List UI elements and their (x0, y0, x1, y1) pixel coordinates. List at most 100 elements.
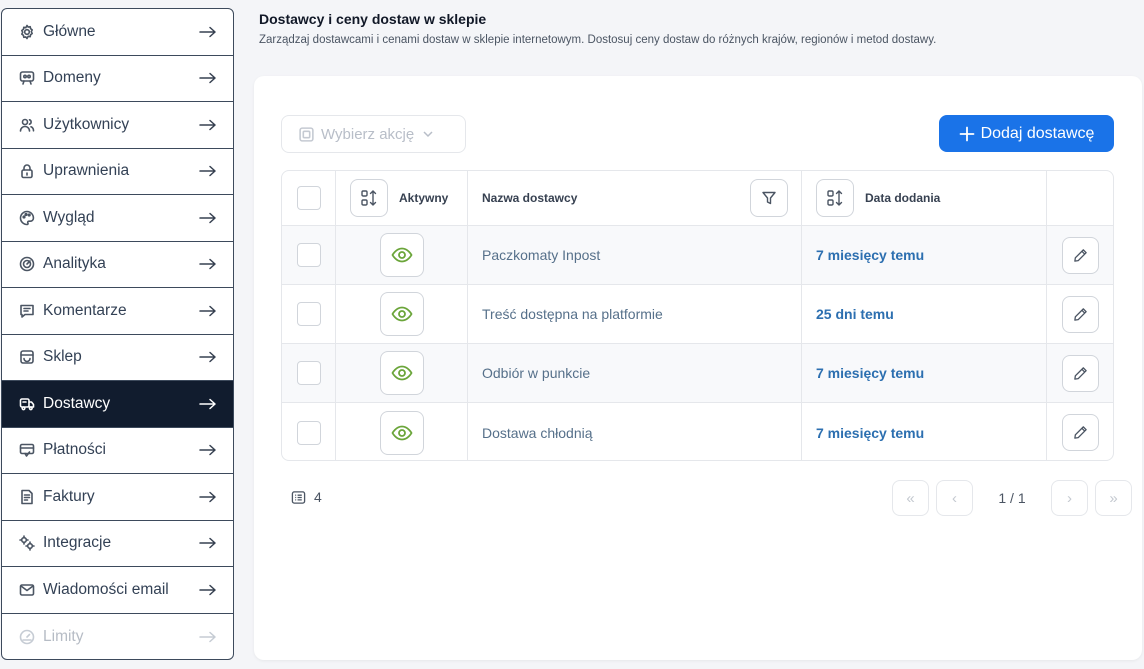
add-supplier-label: Dodaj dostawcę (980, 124, 1095, 142)
sort-icon (827, 190, 843, 206)
edit-button[interactable] (1061, 236, 1099, 274)
row-checkbox[interactable] (296, 243, 321, 267)
chevron-down-icon (423, 130, 433, 138)
page-description: Zarządzaj dostawcami i cenami dostaw w s… (259, 34, 937, 46)
gear-icon (18, 23, 36, 41)
sidebar-item-glowne[interactable]: Główne (2, 9, 233, 56)
table-row: Paczkomaty Inpost 7 miesięcy temu (282, 226, 1113, 285)
sidebar-item-uzytkownicy[interactable]: Użytkownicy (2, 102, 233, 149)
toggle-active-button[interactable] (379, 351, 424, 395)
last-page-button[interactable]: » (1095, 480, 1132, 516)
supplier-name[interactable]: Odbiór w punkcie (482, 365, 590, 381)
sidebar-item-label: Limity (43, 627, 84, 645)
sidebar-item-wyglad[interactable]: Wygląd (2, 195, 233, 242)
sidebar-item-dostawcy[interactable]: Dostawcy (2, 381, 233, 428)
filter-icon (762, 191, 776, 205)
eye-icon (390, 247, 413, 263)
sort-active-button[interactable] (350, 179, 388, 217)
add-supplier-button[interactable]: Dodaj dostawcę (939, 115, 1114, 152)
arrow-right-icon (199, 350, 217, 364)
row-actions-cell (1047, 226, 1113, 284)
row-actions-cell (1047, 403, 1113, 460)
sidebar-item-label: Płatności (43, 441, 106, 459)
sidebar-item-analityka[interactable]: Analityka (2, 242, 233, 288)
sidebar-item-label: Uprawnienia (43, 162, 130, 180)
row-checkbox[interactable] (296, 302, 321, 326)
toggle-active-button[interactable] (379, 233, 424, 277)
sidebar-item-label: Analityka (43, 255, 106, 273)
toggle-active-button[interactable] (379, 292, 424, 336)
date-added: 7 miesięcy temu (816, 424, 925, 441)
mail-icon (18, 581, 36, 599)
arrow-right-icon (199, 630, 217, 644)
sidebar-item-label: Główne (43, 22, 96, 40)
row-name-cell: Dostawa chłodnią (468, 403, 802, 460)
arrow-right-icon (199, 583, 217, 597)
eye-icon (390, 306, 413, 322)
edit-button[interactable] (1061, 295, 1099, 333)
column-label-active: Aktywny (399, 191, 449, 205)
sort-icon (361, 190, 377, 206)
row-active-cell (336, 285, 468, 343)
sidebar-item-label: Sklep (43, 348, 82, 366)
edit-button[interactable] (1061, 354, 1099, 392)
eye-icon (390, 365, 413, 381)
date-added: 25 dni temu (816, 306, 894, 322)
sidebar-item-sklep[interactable]: Sklep (2, 335, 233, 381)
row-select-cell (282, 285, 336, 343)
row-select-cell (282, 403, 336, 460)
lock-icon (18, 162, 36, 180)
gauge-icon (18, 255, 36, 273)
page-indicator: 1 / 1 (998, 490, 1026, 506)
bulk-action-placeholder: Wybierz akcję (321, 125, 415, 143)
sidebar-item-label: Integracje (43, 534, 112, 552)
edit-button[interactable] (1061, 414, 1099, 451)
arrow-right-icon (199, 257, 217, 271)
bulk-action-select[interactable]: Wybierz akcję (281, 115, 466, 153)
row-select-cell (282, 226, 336, 284)
sidebar-item-domeny[interactable]: Domeny (2, 56, 233, 102)
sidebar-item-limity[interactable]: Limity (2, 614, 233, 660)
integration-icon (18, 534, 36, 552)
sort-date-button[interactable] (816, 179, 854, 217)
record-count: 4 (291, 489, 322, 505)
row-active-cell (336, 403, 468, 460)
row-date-cell: 25 dni temu (802, 285, 1047, 343)
sidebar-item-label: Faktury (43, 487, 95, 505)
sidebar-item-label: Dostawcy (43, 394, 111, 412)
arrow-right-icon (199, 211, 217, 225)
toggle-active-button[interactable] (379, 410, 424, 455)
sidebar-item-integracje[interactable]: Integracje (2, 521, 233, 567)
supplier-name[interactable]: Treść dostępna na platformie (482, 306, 663, 322)
filter-name-button[interactable] (750, 179, 788, 217)
sidebar-item-platnosci[interactable]: Płatności (2, 428, 233, 474)
row-checkbox[interactable] (296, 361, 321, 385)
sidebar-item-wiadomosci-email[interactable]: Wiadomości email (2, 567, 233, 614)
supplier-name[interactable]: Dostawa chłodnią (482, 425, 593, 441)
sidebar-item-komentarze[interactable]: Komentarze (2, 288, 233, 335)
globe-icon (18, 69, 36, 87)
suppliers-card: Wybierz akcję Dodaj dostawcę Aktywny Naz… (254, 76, 1142, 660)
arrow-right-icon (199, 25, 217, 39)
pagination: « ‹ 1 / 1 › » (892, 480, 1132, 516)
row-select-cell (282, 344, 336, 402)
row-name-cell: Treść dostępna na platformie (468, 285, 802, 343)
table-row: Odbiór w punkcie 7 miesięcy temu (282, 344, 1113, 403)
supplier-name[interactable]: Paczkomaty Inpost (482, 247, 600, 263)
row-active-cell (336, 226, 468, 284)
table-header-row: Aktywny Nazwa dostawcy Data dodania (282, 171, 1113, 226)
row-checkbox[interactable] (296, 420, 321, 445)
sidebar-item-faktury[interactable]: Faktury (2, 474, 233, 521)
pencil-icon (1073, 366, 1087, 380)
arrow-right-icon (199, 164, 217, 178)
sidebar-item-uprawnienia[interactable]: Uprawnienia (2, 149, 233, 195)
column-header-name: Nazwa dostawcy (468, 171, 802, 225)
pencil-icon (1073, 307, 1087, 321)
pencil-icon (1073, 426, 1087, 439)
select-all-checkbox[interactable] (296, 186, 321, 210)
next-page-button[interactable]: › (1051, 480, 1088, 516)
date-added: 7 miesięcy temu (816, 365, 925, 381)
arrow-right-icon (199, 118, 217, 132)
prev-page-button[interactable]: ‹ (936, 480, 973, 516)
first-page-button[interactable]: « (892, 480, 929, 516)
